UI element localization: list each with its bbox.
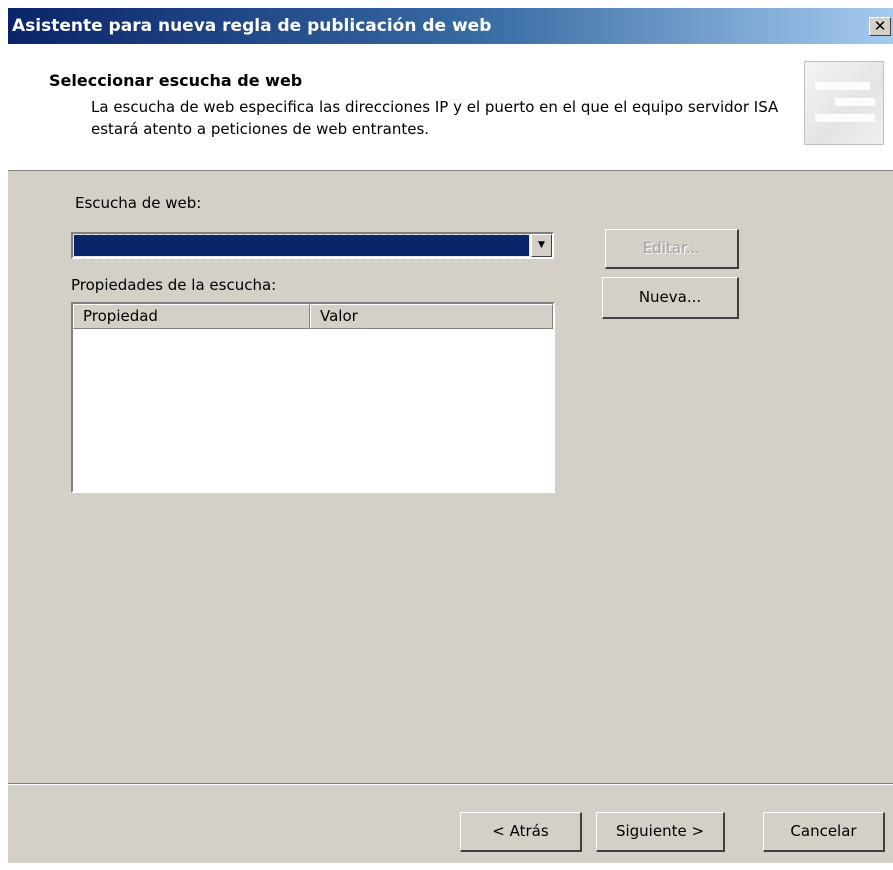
page-description: La escucha de web especifica las direcci… <box>91 98 779 138</box>
wizard-header: Seleccionar escucha de web La escucha de… <box>8 44 893 171</box>
new-button[interactable]: Nueva... <box>602 277 739 319</box>
window-title: Asistente para nueva regla de publicació… <box>12 16 492 36</box>
footer-divider <box>8 783 893 785</box>
listener-label: Escucha de web: <box>75 194 202 212</box>
listener-select[interactable]: ▼ <box>71 232 554 259</box>
dropdown-arrow-button[interactable]: ▼ <box>531 234 552 257</box>
wizard-window: Asistente para nueva regla de publicació… <box>8 8 893 863</box>
back-button[interactable]: < Atrás <box>460 812 582 852</box>
edit-button[interactable]: Editar... <box>605 229 739 269</box>
column-header-value[interactable]: Valor <box>310 304 553 329</box>
listener-selected-value <box>73 234 530 257</box>
next-button[interactable]: Siguiente > <box>596 812 725 852</box>
cancel-button[interactable]: Cancelar <box>763 812 885 852</box>
properties-label: Propiedades de la escucha: <box>71 276 277 294</box>
wizard-graphic-icon <box>804 61 884 145</box>
close-icon: ✕ <box>873 17 887 35</box>
title-bar: Asistente para nueva regla de publicació… <box>8 8 893 44</box>
column-header-property[interactable]: Propiedad <box>73 304 310 329</box>
properties-list[interactable]: Propiedad Valor <box>71 302 555 493</box>
close-button[interactable]: ✕ <box>869 17 891 36</box>
page-title: Seleccionar escucha de web <box>49 71 303 90</box>
chevron-down-icon: ▼ <box>538 240 545 250</box>
